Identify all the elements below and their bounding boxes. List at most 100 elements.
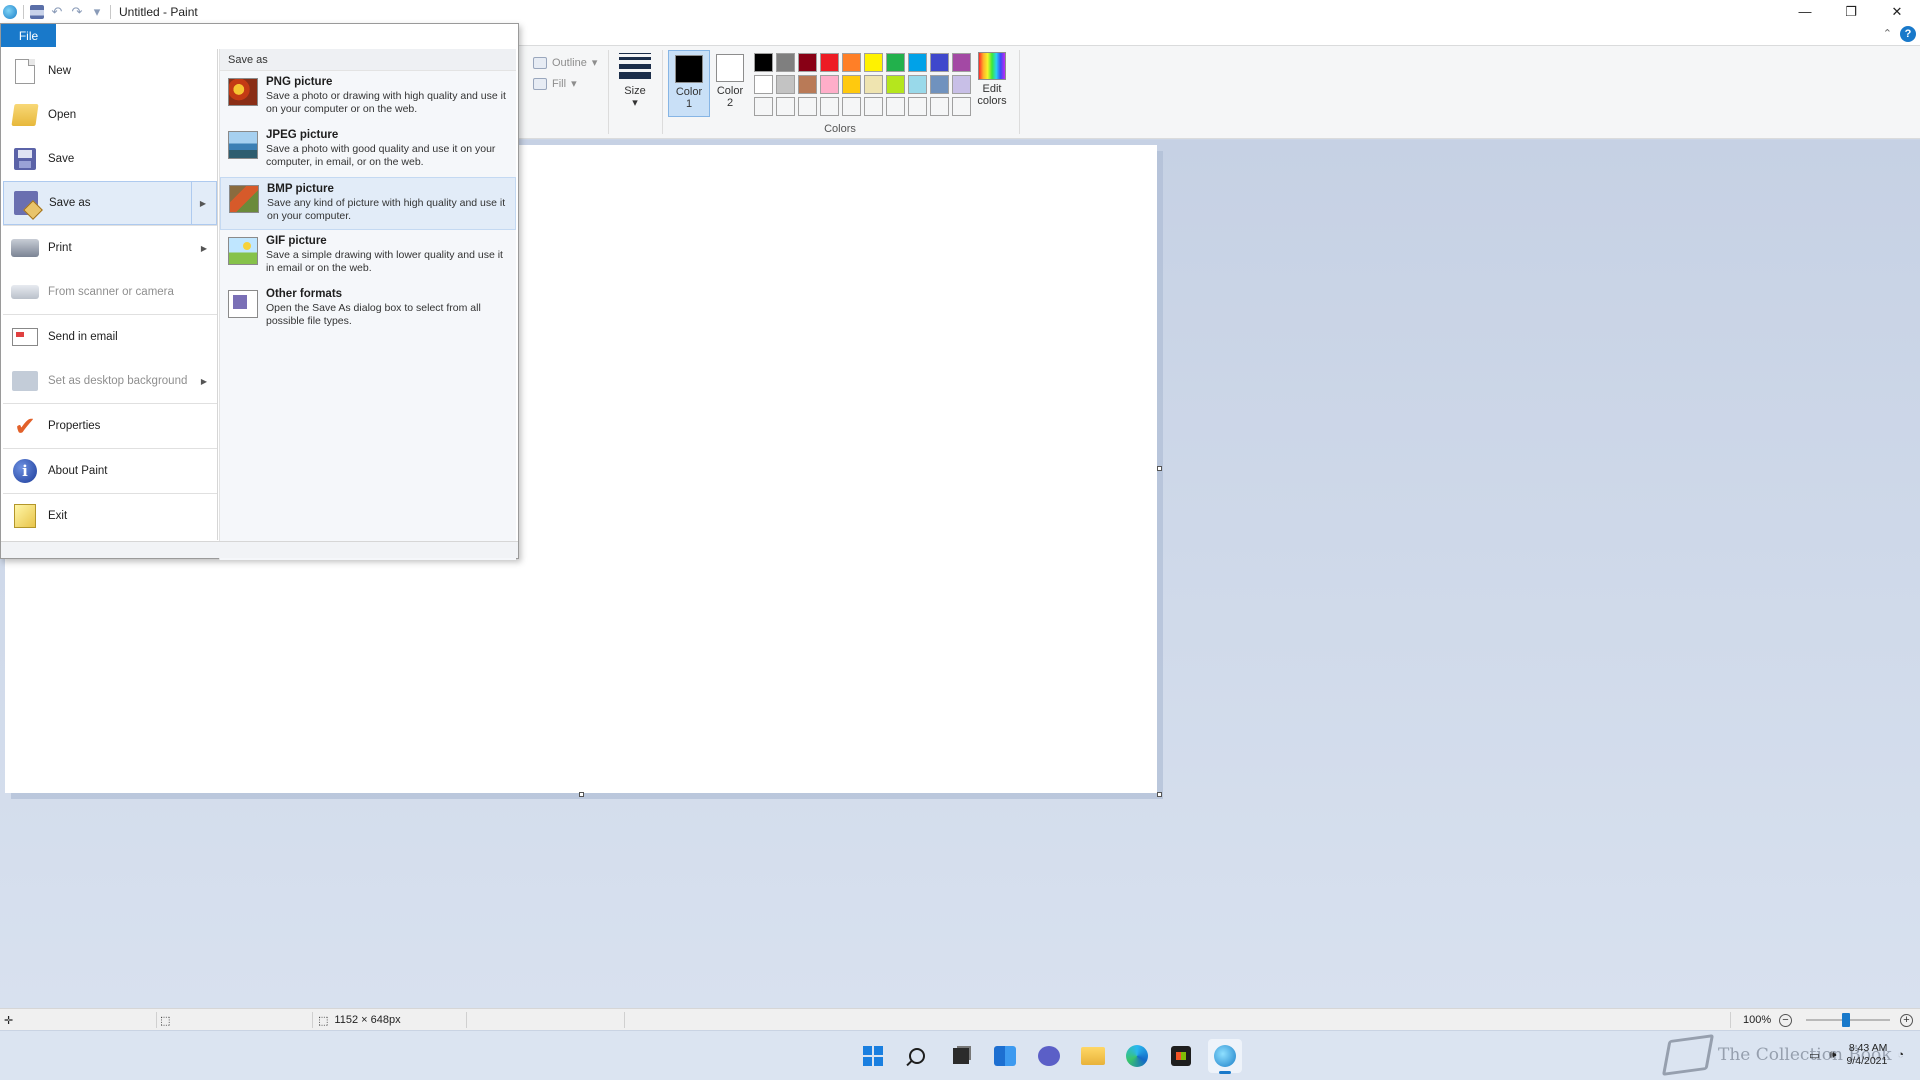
redo-icon[interactable]: ↷ (70, 4, 84, 19)
canvas-resize-handle-right[interactable] (1157, 466, 1162, 471)
palette-swatch[interactable] (754, 97, 773, 116)
palette-swatch[interactable] (886, 53, 905, 72)
shape-outline-button[interactable]: Outline ▾ (533, 56, 597, 69)
file-menu-item-print[interactable]: Print ▶ (3, 226, 217, 270)
file-menu-item-save[interactable]: Save (3, 137, 217, 181)
file-menu-item-send-in-email[interactable]: Send in email (3, 315, 217, 359)
collapse-ribbon-icon[interactable]: ⌃ (1883, 27, 1892, 40)
window-title: Untitled - Paint (119, 4, 198, 19)
palette-swatch[interactable] (952, 97, 971, 116)
zoom-out-button[interactable]: − (1779, 1014, 1792, 1027)
palette-swatch[interactable] (908, 53, 927, 72)
save-as-png-picture[interactable]: PNG picture Save a photo or drawing with … (220, 71, 516, 124)
undo-icon[interactable]: ↶ (50, 4, 64, 19)
store-button[interactable] (1164, 1039, 1198, 1073)
palette-swatch[interactable] (820, 53, 839, 72)
close-button[interactable]: ✕ (1874, 0, 1920, 23)
palette-swatch[interactable] (886, 97, 905, 116)
file-menu-item-label: About Paint (48, 465, 108, 477)
file-menu-item-open[interactable]: Open (3, 93, 217, 137)
start-button[interactable] (856, 1039, 890, 1073)
palette-swatch[interactable] (930, 75, 949, 94)
palette-swatch[interactable] (930, 97, 949, 116)
file-explorer-button[interactable] (1076, 1039, 1110, 1073)
restore-button[interactable]: ❐ (1828, 0, 1874, 23)
palette-swatch[interactable] (908, 75, 927, 94)
palette-swatch[interactable] (842, 53, 861, 72)
save-as-bmp-picture[interactable]: BMP picture Save any kind of picture with… (220, 177, 516, 230)
submenu-arrow-icon[interactable]: ▶ (201, 244, 207, 253)
palette-swatch[interactable] (820, 75, 839, 94)
notifications-icon[interactable]: ◔ (1897, 1049, 1904, 1061)
quick-save-icon[interactable] (30, 4, 44, 19)
palette-swatch[interactable] (776, 75, 795, 94)
paint-app-icon[interactable] (3, 4, 17, 19)
palette-swatch[interactable] (776, 97, 795, 116)
minimize-button[interactable]: — (1782, 0, 1828, 23)
palette-swatch[interactable] (820, 97, 839, 116)
widgets-button[interactable] (988, 1039, 1022, 1073)
submenu-arrow-icon[interactable]: ▶ (201, 377, 207, 386)
paint-taskbar-button[interactable] (1208, 1039, 1242, 1074)
palette-swatch[interactable] (842, 75, 861, 94)
chat-button[interactable] (1032, 1039, 1066, 1073)
palette-swatch[interactable] (952, 53, 971, 72)
volume-icon[interactable]: 🕪 (1830, 1049, 1837, 1062)
clock[interactable]: 8:43 AM 9/4/2021 (1846, 1042, 1887, 1068)
palette-swatch[interactable] (798, 75, 817, 94)
exit-icon (11, 502, 39, 530)
file-menu-item-label: Set as desktop background (48, 375, 188, 387)
palette-swatch[interactable] (886, 75, 905, 94)
palette-swatch[interactable] (776, 53, 795, 72)
save-as-format-list: PNG picture Save a photo or drawing with … (220, 71, 516, 336)
task-view-button[interactable] (944, 1039, 978, 1073)
customize-qat-icon[interactable]: ▾ (90, 4, 104, 19)
save-as-gif-picture[interactable]: GIF picture Save a simple drawing with lo… (220, 230, 516, 283)
file-menu-item-new[interactable]: New (3, 49, 217, 93)
palette-swatch[interactable] (908, 97, 927, 116)
file-menu-item-save-as[interactable]: Save as ▶ (3, 181, 217, 225)
save-as-jpeg-picture[interactable]: JPEG picture Save a photo with good quali… (220, 124, 516, 177)
folder-icon (1081, 1047, 1105, 1065)
network-icon[interactable]: ▭ (1809, 1049, 1819, 1062)
canvas-size-icon: ⬚ (318, 1014, 329, 1027)
save-as-submenu-title: Save as (220, 49, 516, 71)
palette-swatch[interactable] (864, 75, 883, 94)
color1-button[interactable]: Color 1 (668, 50, 710, 117)
palette-swatch[interactable] (952, 75, 971, 94)
file-menu-item-about-paint[interactable]: i About Paint (3, 449, 217, 493)
shape-fill-button[interactable]: Fill ▾ (533, 77, 577, 90)
title-bar: ↶ ↷ ▾ Untitled - Paint — ❐ ✕ (0, 0, 1920, 23)
save-as-other-formats[interactable]: Other formats Open the Save As dialog box… (220, 283, 516, 336)
submenu-arrow-icon[interactable]: ▶ (200, 199, 206, 208)
file-menu-item-set-as-desktop-background[interactable]: Set as desktop background ▶ (3, 359, 217, 403)
palette-swatch[interactable] (754, 75, 773, 94)
palette-swatch[interactable] (754, 53, 773, 72)
canvas-resize-handle-corner[interactable] (1157, 792, 1162, 797)
help-icon[interactable]: ? (1900, 26, 1916, 42)
zoom-slider-thumb[interactable] (1842, 1013, 1850, 1027)
edge-button[interactable] (1120, 1039, 1154, 1073)
outline-icon (533, 56, 547, 69)
palette-swatch[interactable] (842, 97, 861, 116)
palette-swatch[interactable] (798, 53, 817, 72)
edge-browser-icon (1126, 1045, 1148, 1067)
size-button[interactable]: Size ▾ (614, 51, 656, 117)
canvas-resize-handle-bottom[interactable] (579, 792, 584, 797)
zoom-in-button[interactable]: + (1900, 1014, 1913, 1027)
palette-swatch[interactable] (798, 97, 817, 116)
outline-label: Outline (552, 56, 587, 69)
checkmark-icon: ✔ (14, 411, 36, 441)
file-menu-item-exit[interactable]: Exit (3, 494, 217, 538)
file-menu-item-properties[interactable]: ✔ Properties (3, 404, 217, 448)
palette-swatch[interactable] (864, 97, 883, 116)
edit-colors-button[interactable]: Edit colors (971, 52, 1013, 107)
status-bar: ✛ ⬚ ⬚ 1152 × 648px 100% − + (0, 1008, 1920, 1030)
file-menu-item-from-scanner-or-camera[interactable]: From scanner or camera (3, 270, 217, 314)
open-folder-icon (11, 101, 39, 129)
color2-button[interactable]: Color 2 (712, 50, 748, 117)
file-tab-open[interactable]: File (1, 24, 56, 47)
search-button[interactable] (900, 1039, 934, 1073)
palette-swatch[interactable] (930, 53, 949, 72)
palette-swatch[interactable] (864, 53, 883, 72)
